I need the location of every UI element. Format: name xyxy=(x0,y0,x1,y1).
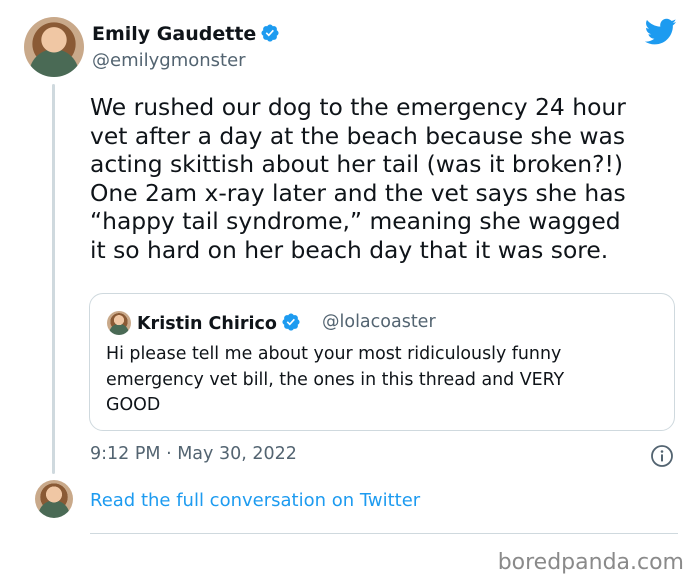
read-conversation-link[interactable]: Read the full conversation on Twitter xyxy=(90,490,420,511)
tweet-text: We rushed our dog to the emergency 24 ho… xyxy=(90,93,626,264)
divider xyxy=(90,533,678,534)
quoted-author-avatar xyxy=(107,311,131,335)
author-handle[interactable]: @emilygmonster xyxy=(92,50,246,71)
verified-badge-icon xyxy=(260,23,280,48)
info-icon[interactable] xyxy=(650,444,674,472)
author-name[interactable]: Emily Gaudette xyxy=(92,23,280,48)
quoted-tweet-text: Hi please tell me about your most ridicu… xyxy=(106,344,565,415)
thread-line xyxy=(52,84,55,474)
reply-avatar xyxy=(35,480,73,518)
watermark-logo: boredpanda.com xyxy=(497,550,684,575)
twitter-bird-icon[interactable] xyxy=(644,18,677,50)
quoted-author-name: Kristin Chirico xyxy=(137,312,301,337)
author-avatar[interactable] xyxy=(24,17,84,77)
quoted-author-handle: @lolacoaster xyxy=(322,312,436,332)
tweet-timestamp[interactable]: 9:12 PM · May 30, 2022 xyxy=(90,444,297,464)
verified-badge-icon xyxy=(281,312,301,337)
